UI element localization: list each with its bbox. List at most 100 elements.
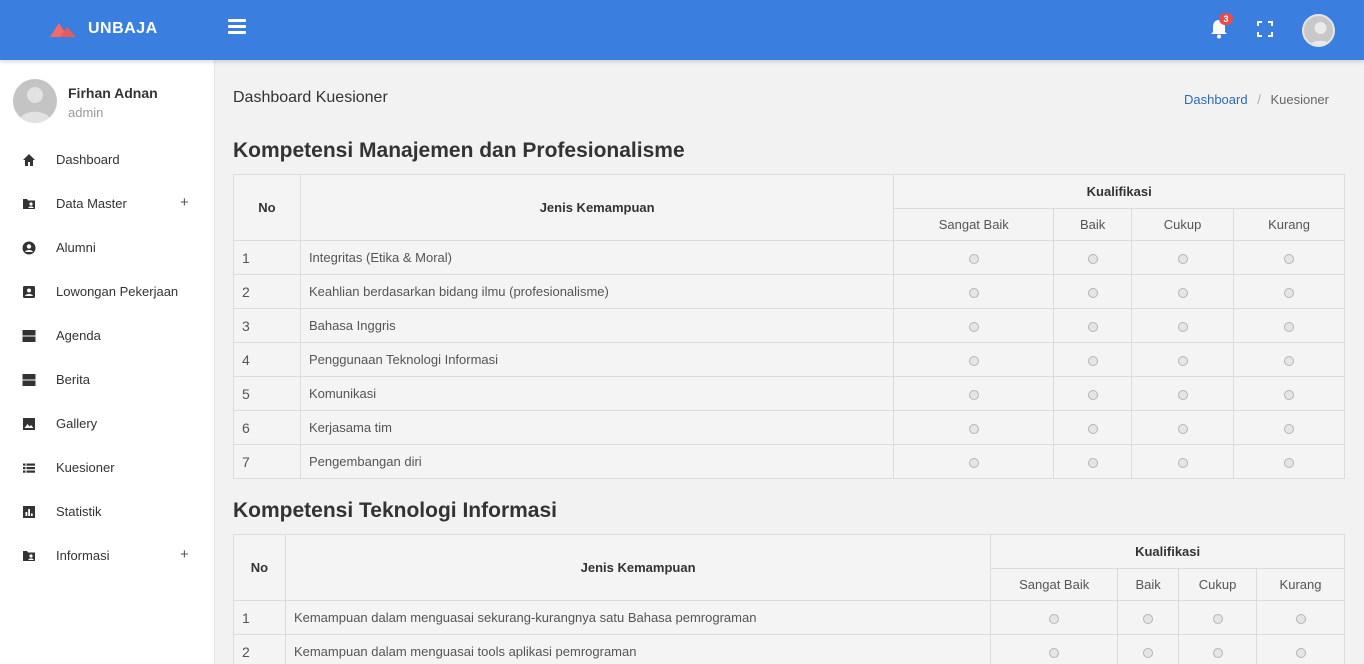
account-box-icon [23,286,35,298]
radio-sangat-baik[interactable] [968,389,979,400]
table-row: 6 Kerjasama tim [233,410,1345,445]
table-row: 1 Kemampuan dalam menguasai sekurang-kur… [233,600,1345,635]
radio-cukup[interactable] [1177,423,1188,434]
sidebar-nav: Dashboard Data Master + Alumni Lowongan … [0,138,214,578]
radio-kurang[interactable] [1295,613,1306,624]
home-icon [23,154,35,166]
radio-cukup[interactable] [1177,287,1188,298]
breadcrumb-current: Kuesioner [1270,92,1329,107]
table-row: 5 Komunikasi [233,376,1345,411]
radio-baik[interactable] [1143,613,1154,624]
sidebar-item-lowongan-pekerjaan[interactable]: Lowongan Pekerjaan [0,270,214,314]
sidebar-item-data-master[interactable]: Data Master + [0,182,214,226]
sidebar-item-gallery[interactable]: Gallery [0,402,214,446]
column-header-cukup: Cukup [1131,208,1235,241]
avatar [13,79,57,123]
avatar[interactable] [1302,14,1335,47]
radio-sangat-baik[interactable] [968,287,979,298]
radio-cukup[interactable] [1177,253,1188,264]
table-row: 3 Bahasa Inggris [233,308,1345,343]
image-icon [23,418,35,430]
notification-badge: 3 [1219,13,1233,25]
sidebar-item-label: Data Master [56,196,127,211]
brand-logo[interactable]: UNBAJA [50,18,158,40]
column-header-kurang: Kurang [1256,568,1345,601]
radio-sangat-baik[interactable] [1049,613,1060,624]
chart-bar-icon [23,506,35,518]
radio-kurang[interactable] [1284,457,1295,468]
row-jenis-kemampuan: Integritas (Etika & Moral) [299,240,895,275]
sidebar-item-informasi[interactable]: Informasi + [0,534,214,578]
radio-baik[interactable] [1143,647,1154,658]
sidebar-item-label: Alumni [56,240,96,255]
radio-baik[interactable] [1087,423,1098,434]
radio-sangat-baik[interactable] [1049,647,1060,658]
sidebar-item-alumni[interactable]: Alumni [0,226,214,270]
sidebar-item-label: Dashboard [56,152,120,167]
radio-baik[interactable] [1087,321,1098,332]
main-content: Dashboard Kuesioner Dashboard / Kuesione… [233,60,1345,664]
sidebar-item-label: Informasi [56,548,110,563]
table-row: 2 Kemampuan dalam menguasai tools aplika… [233,634,1345,664]
row-jenis-kemampuan: Penggunaan Teknologi Informasi [299,342,895,377]
expand-plus-icon[interactable]: + [180,194,189,211]
radio-kurang[interactable] [1284,423,1295,434]
sidebar-item-dashboard[interactable]: Dashboard [0,138,214,182]
fullscreen-icon[interactable] [1257,21,1273,37]
radio-baik[interactable] [1087,457,1098,468]
radio-kurang[interactable] [1295,647,1306,658]
column-header-sangat-baik: Sangat Baik [990,568,1119,601]
column-header-no: No [233,174,301,241]
breadcrumb-home-link[interactable]: Dashboard [1184,92,1248,107]
kuesioner-table-teknologi-informasi: No Jenis Kemampuan Kualifikasi Sangat Ba… [233,534,1345,664]
expand-plus-icon[interactable]: + [180,546,189,563]
radio-cukup[interactable] [1212,647,1223,658]
row-number: 1 [233,240,301,275]
column-header-sangat-baik: Sangat Baik [893,208,1055,241]
radio-cukup[interactable] [1177,321,1188,332]
kuesioner-table-manajemen: No Jenis Kemampuan Kualifikasi Sangat Ba… [233,174,1345,479]
radio-kurang[interactable] [1284,253,1295,264]
radio-baik[interactable] [1087,287,1098,298]
row-number: 7 [233,444,301,479]
view-agenda-icon [22,330,36,342]
radio-cukup[interactable] [1177,389,1188,400]
radio-sangat-baik[interactable] [968,457,979,468]
column-header-cukup: Cukup [1178,568,1258,601]
radio-kurang[interactable] [1284,321,1295,332]
radio-sangat-baik[interactable] [968,355,979,366]
radio-cukup[interactable] [1177,457,1188,468]
radio-kurang[interactable] [1284,389,1295,400]
radio-sangat-baik[interactable] [968,253,979,264]
radio-kurang[interactable] [1284,355,1295,366]
column-header-baik: Baik [1117,568,1180,601]
sidebar-item-kuesioner[interactable]: Kuesioner [0,446,214,490]
brand-name: UNBAJA [88,20,158,37]
radio-sangat-baik[interactable] [968,321,979,332]
sidebar-item-label: Lowongan Pekerjaan [56,284,179,299]
radio-baik[interactable] [1087,253,1098,264]
radio-baik[interactable] [1087,389,1098,400]
column-header-jenis: Jenis Kemampuan [299,174,895,241]
sidebar-item-label: Statistik [56,504,102,519]
sidebar-item-label: Gallery [56,416,98,431]
row-number: 4 [233,342,301,377]
radio-baik[interactable] [1087,355,1098,366]
column-header-kurang: Kurang [1233,208,1345,241]
sidebar-item-agenda[interactable]: Agenda [0,314,214,358]
sidebar-item-statistik[interactable]: Statistik [0,490,214,534]
top-navbar: UNBAJA 3 [0,0,1364,60]
sidebar-item-berita[interactable]: Berita [0,358,214,402]
row-jenis-kemampuan: Komunikasi [299,376,895,411]
hamburger-menu-icon[interactable] [228,19,246,37]
column-header-kualifikasi: Kualifikasi [893,174,1345,209]
table-row: 4 Penggunaan Teknologi Informasi [233,342,1345,377]
folder-account-icon [23,551,35,561]
radio-cukup[interactable] [1177,355,1188,366]
radio-cukup[interactable] [1212,613,1223,624]
row-jenis-kemampuan: Kemampuan dalam menguasai tools aplikasi… [284,634,992,664]
folder-account-icon [23,199,35,209]
column-header-baik: Baik [1053,208,1133,241]
radio-sangat-baik[interactable] [968,423,979,434]
radio-kurang[interactable] [1284,287,1295,298]
